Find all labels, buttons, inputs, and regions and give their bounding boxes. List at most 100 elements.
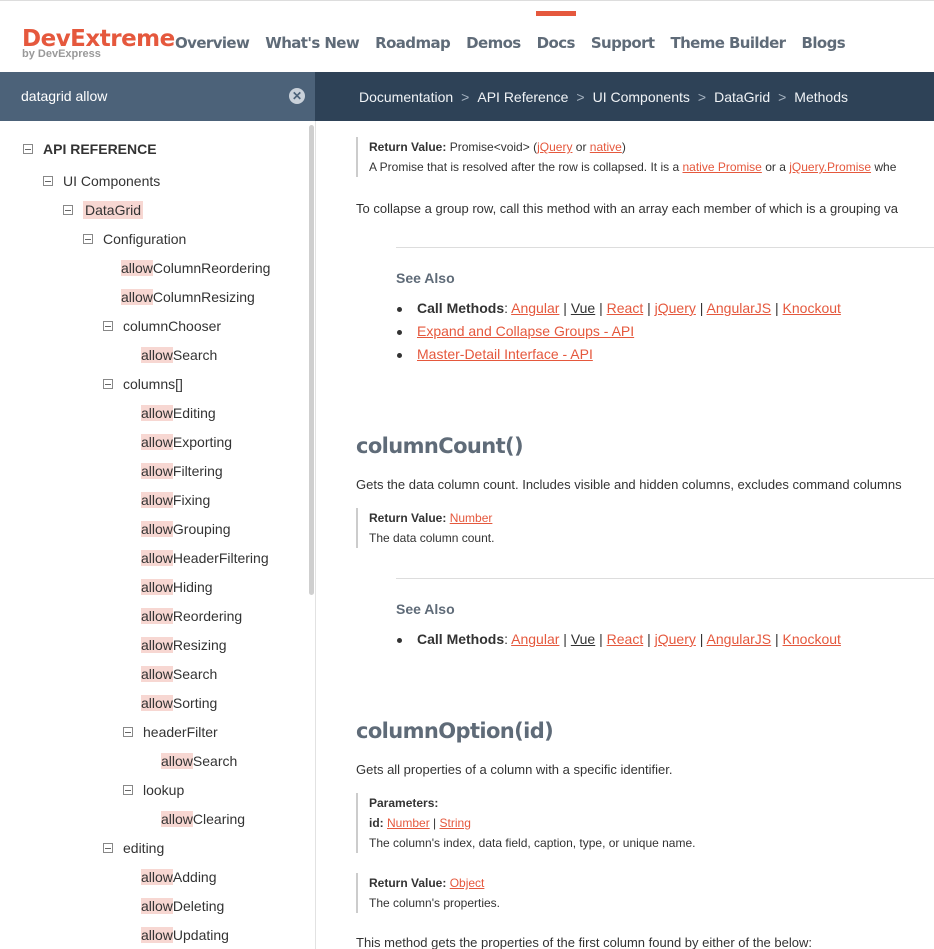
search-breadcrumb-bar: ✕ Documentation > API Reference > UI Com… [0,72,934,121]
collapse-toggle-icon[interactable] [103,843,113,853]
vue-link[interactable]: Vue [571,631,595,647]
search-match: allow [161,753,193,769]
tree-leaf[interactable]: allow Search [141,664,217,684]
list-item: Call Methods: Angular | Vue | React | jQ… [396,297,841,320]
nav-blogs[interactable]: Blogs [801,34,845,52]
tree-leaf[interactable]: allow Updating [141,925,229,945]
search-input[interactable] [21,85,271,107]
react-link[interactable]: React [607,300,644,316]
tree-leaf[interactable]: allow Deleting [141,896,224,916]
vue-link[interactable]: Vue [571,300,595,316]
tree-node-api-reference[interactable]: API REFERENCE [23,139,157,159]
tree-leaf[interactable]: allow Search [161,751,237,771]
collapse-toggle-icon[interactable] [83,234,93,244]
tree-leaf[interactable]: allow Adding [141,867,217,887]
angular-link[interactable]: Angular [511,631,559,647]
breadcrumb-api-reference[interactable]: API Reference [477,89,568,105]
return-value-description: A Promise that is resolved after the row… [369,157,896,177]
tree-leaf[interactable]: allow Grouping [141,519,231,539]
tree-label: lookup [143,782,185,798]
master-detail-link[interactable]: Master-Detail Interface - API [417,346,593,362]
tree-label: columns[] [123,376,183,392]
tree-label: Adding [172,869,217,885]
expand-collapse-groups-link[interactable]: Expand and Collapse Groups - API [417,323,634,339]
tree-node-headerfilter[interactable]: headerFilter [123,722,218,742]
see-also-heading: See Also [396,601,455,617]
tree-leaf[interactable]: allow ColumnReordering [121,258,270,278]
knockout-link[interactable]: Knockout [783,300,841,316]
native-link[interactable]: native [590,140,622,154]
nav-docs[interactable]: Docs [535,11,577,52]
tree-node-ui-components[interactable]: UI Components [43,171,160,191]
nav-demos[interactable]: Demos [466,34,521,52]
collapse-toggle-icon[interactable] [123,785,133,795]
tree-leaf[interactable]: allow Sorting [141,693,217,713]
tree-node-columnchooser[interactable]: columnChooser [103,316,221,336]
breadcrumb-documentation[interactable]: Documentation [359,89,453,105]
divider [396,578,934,579]
collapse-paragraph: To collapse a group row, call this metho… [356,201,898,216]
tree-node-configuration[interactable]: Configuration [83,229,186,249]
tree-leaf[interactable]: allow Filtering [141,461,223,481]
tree-label: UI Components [63,173,161,189]
parameter-description: The column's index, data field, caption,… [369,836,696,850]
type-separator: | [433,816,437,830]
method-heading-columncount[interactable]: columnCount() [356,434,524,458]
tree-leaf[interactable]: allow Editing [141,403,216,423]
search-match: allow [141,579,173,595]
collapse-toggle-icon[interactable] [63,205,73,215]
tree-label: ColumnResizing [152,289,255,305]
tree-leaf[interactable]: allow Resizing [141,635,227,655]
tree-node-columns[interactable]: columns[] [103,374,183,394]
tree-node-editing[interactable]: editing [103,838,164,858]
tree-leaf[interactable]: allow Hiding [141,577,213,597]
tree-leaf[interactable]: allow Search [141,345,217,365]
tree-leaf[interactable]: allow Fixing [141,490,210,510]
nav-support[interactable]: Support [591,34,655,52]
nav-overview[interactable]: Overview [175,34,250,52]
tree-leaf[interactable]: allow ColumnResizing [121,287,255,307]
tree-node-lookup[interactable]: lookup [123,780,184,800]
collapse-toggle-icon[interactable] [23,144,33,154]
method-heading-columnoption[interactable]: columnOption(id) [356,719,554,743]
angularjs-link[interactable]: AngularJS [707,300,772,316]
collapse-toggle-icon[interactable] [123,727,133,737]
tree-leaf[interactable]: allow HeaderFiltering [141,548,269,568]
doc-content: Return Value: Promise<void> (jQuery or n… [316,121,934,949]
jquery-link[interactable]: jQuery [655,631,696,647]
react-link[interactable]: React [607,631,644,647]
close-circle-icon[interactable]: ✕ [289,88,305,104]
jquery-link[interactable]: jQuery [655,300,696,316]
breadcrumb-ui-components[interactable]: UI Components [593,89,690,105]
number-type-link[interactable]: Number [387,816,430,830]
collapse-toggle-icon[interactable] [103,379,113,389]
native-promise-link[interactable]: native Promise [682,160,761,174]
angularjs-link[interactable]: AngularJS [707,631,772,647]
breadcrumb-methods[interactable]: Methods [794,89,848,105]
jquery-promise-link[interactable]: jQuery.Promise [789,160,871,174]
return-value-block: Return Value: Number The data column cou… [356,508,494,548]
knockout-link[interactable]: Knockout [783,631,841,647]
breadcrumb-datagrid[interactable]: DataGrid [714,89,770,105]
nav-theme-builder[interactable]: Theme Builder [670,34,786,52]
devextreme-logo[interactable]: DevExtreme by DevExpress [22,27,175,60]
collapse-toggle-icon[interactable] [43,176,53,186]
tree-label: Resizing [172,637,227,653]
tree-leaf[interactable]: allow Exporting [141,432,232,452]
angular-link[interactable]: Angular [511,300,559,316]
jquery-link[interactable]: jQuery [537,140,572,154]
tree-node-datagrid[interactable]: DataGrid [63,200,144,220]
list-item: Expand and Collapse Groups - API [396,320,841,343]
tree-leaf[interactable]: allow Clearing [161,809,245,829]
search-match: allow [141,492,173,508]
nav-whats-new[interactable]: What's New [265,34,359,52]
main-nav: Overview What's New Roadmap Demos Docs S… [175,11,861,52]
string-type-link[interactable]: String [440,816,471,830]
sidebar-scrollbar[interactable] [309,125,314,595]
object-type-link[interactable]: Object [450,876,485,890]
number-type-link[interactable]: Number [450,511,493,525]
nav-roadmap[interactable]: Roadmap [375,34,451,52]
tree-label: Updating [172,927,229,943]
tree-leaf[interactable]: allow Reordering [141,606,242,626]
collapse-toggle-icon[interactable] [103,321,113,331]
